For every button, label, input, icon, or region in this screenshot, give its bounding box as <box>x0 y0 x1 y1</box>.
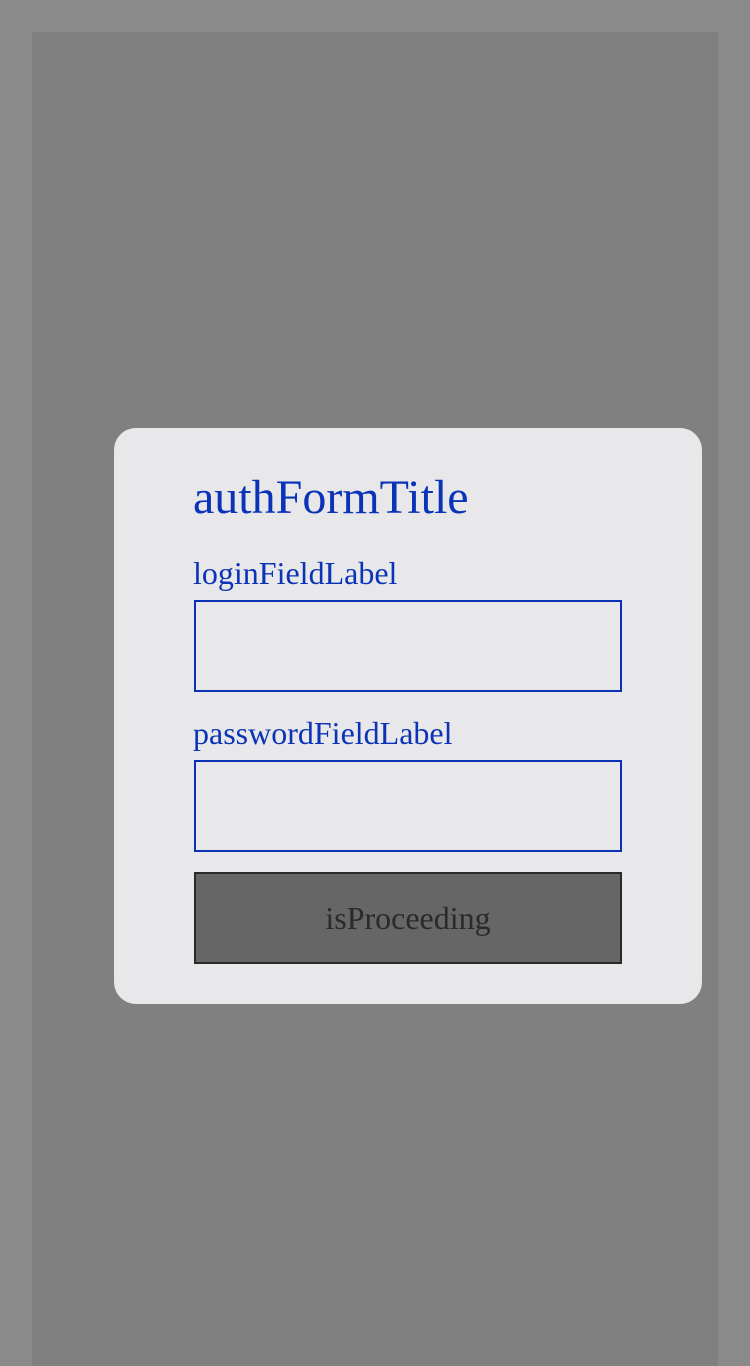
auth-form-card: authFormTitle loginFieldLabel passwordFi… <box>114 428 702 1004</box>
password-field-label: passwordFieldLabel <box>193 715 453 751</box>
auth-form-title: authFormTitle <box>193 471 469 524</box>
modal-backdrop: authFormTitle loginFieldLabel passwordFi… <box>32 32 718 1366</box>
login-input[interactable] <box>194 600 622 692</box>
password-input[interactable] <box>194 760 622 852</box>
login-field-label: loginFieldLabel <box>193 555 398 591</box>
submit-button[interactable]: isProceeding <box>194 872 622 964</box>
